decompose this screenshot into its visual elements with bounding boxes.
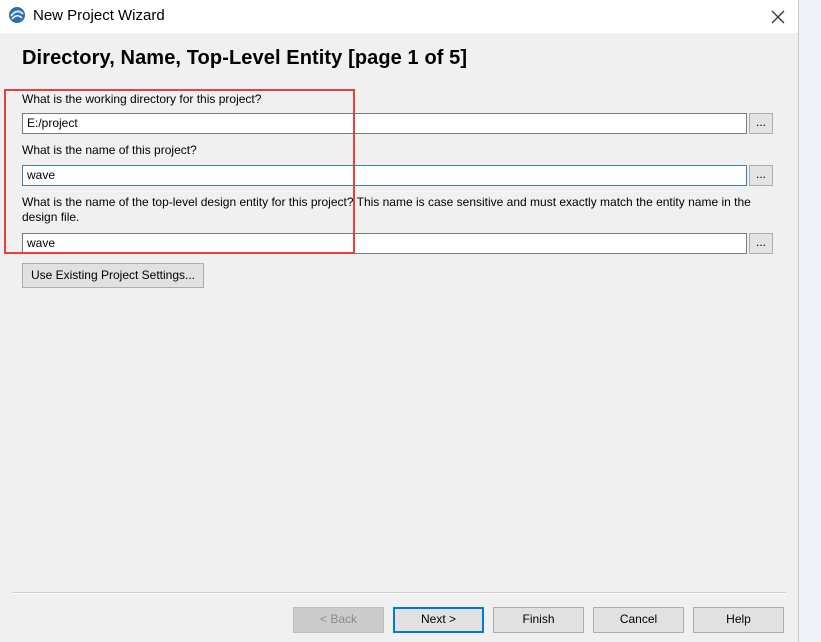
back-button[interactable]: < Back bbox=[293, 607, 384, 633]
help-button[interactable]: Help bbox=[693, 607, 784, 633]
finish-button[interactable]: Finish bbox=[493, 607, 584, 633]
footer-divider bbox=[12, 592, 786, 594]
cancel-button[interactable]: Cancel bbox=[593, 607, 684, 633]
project-name-label: What is the name of this project? bbox=[22, 143, 197, 157]
use-existing-settings-button[interactable]: Use Existing Project Settings... bbox=[22, 263, 204, 288]
close-icon bbox=[771, 10, 785, 23]
project-name-input[interactable]: wave bbox=[22, 165, 747, 186]
browse-name-button[interactable]: ... bbox=[749, 165, 773, 186]
next-button[interactable]: Next > bbox=[393, 607, 484, 633]
page-heading: Directory, Name, Top-Level Entity [page … bbox=[22, 47, 468, 69]
close-button[interactable] bbox=[760, 0, 796, 33]
working-directory-input[interactable]: E:/project bbox=[22, 113, 747, 134]
window-title: New Project Wizard bbox=[33, 7, 165, 24]
top-level-entity-input[interactable]: wave bbox=[22, 233, 747, 254]
new-project-wizard-dialog: New Project Wizard Directory, Name, Top-… bbox=[0, 0, 799, 642]
top-level-entity-label: What is the name of the top-level design… bbox=[22, 195, 751, 224]
background-window bbox=[799, 0, 821, 642]
working-directory-label: What is the working directory for this p… bbox=[22, 92, 262, 106]
browse-directory-button[interactable]: ... bbox=[749, 113, 773, 134]
browse-entity-button[interactable]: ... bbox=[749, 233, 773, 254]
title-bar: New Project Wizard bbox=[0, 0, 798, 33]
app-logo-icon bbox=[8, 6, 26, 24]
